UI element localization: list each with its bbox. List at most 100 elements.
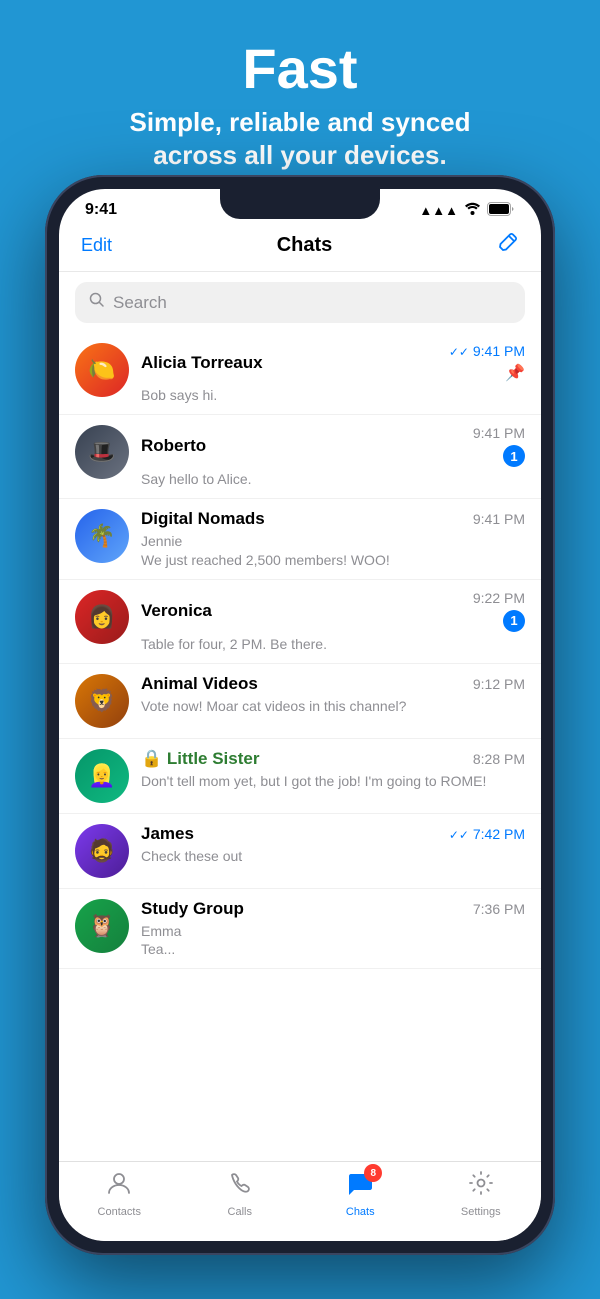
compose-button[interactable] (497, 231, 519, 259)
wifi-icon (464, 202, 481, 218)
tab-calls[interactable]: Calls (180, 1170, 301, 1218)
hero-subtitle: Simple, reliable and syncedacross all yo… (0, 106, 600, 174)
edit-button[interactable]: Edit (81, 235, 112, 256)
chat-top-sister: 🔒 Little Sister 8:28 PM (141, 749, 525, 769)
avatar-alicia: 🍋 (75, 343, 129, 397)
chat-right-animal: 9:12 PM (473, 676, 525, 692)
chat-name-veronica: Veronica (141, 601, 212, 621)
chat-time-sister: 8:28 PM (473, 751, 525, 767)
settings-label: Settings (461, 1206, 501, 1218)
chat-right-roberto: 9:41 PM 1 (473, 425, 525, 467)
hero-title: Fast (0, 38, 600, 100)
chat-top-alicia: Alicia Torreaux ✓✓ 9:41 PM 📌 (141, 343, 525, 383)
chat-item-roberto[interactable]: 🎩 Roberto 9:41 PM 1 Say hello to Alice. (59, 415, 541, 499)
settings-icon (468, 1170, 494, 1203)
chat-item-alicia[interactable]: 🍋 Alicia Torreaux ✓✓ 9:41 PM 📌 Bob says … (59, 333, 541, 415)
tab-bar: Contacts Calls 8 Chats (59, 1161, 541, 1241)
chat-preview-digital: JennieWe just reached 2,500 members! WOO… (141, 532, 525, 568)
chat-name-animal: Animal Videos (141, 674, 258, 694)
chat-item-study[interactable]: 🦉 Study Group 7:36 PM EmmaTea... (59, 889, 541, 969)
chat-preview-veronica: Table for four, 2 PM. Be there. (141, 635, 525, 653)
chat-name-study: Study Group (141, 899, 244, 919)
chat-content-james: James ✓✓ 7:42 PM Check these out (141, 824, 525, 865)
badge-veronica: 1 (503, 610, 525, 632)
status-icons: ▲▲▲ (419, 202, 515, 219)
chat-preview-james: Check these out (141, 847, 525, 865)
chat-preview-alicia: Bob says hi. (141, 386, 525, 404)
chat-preview-study: EmmaTea... (141, 922, 525, 958)
chats-tab-badge-wrap: 8 (346, 1170, 374, 1203)
tab-settings[interactable]: Settings (421, 1170, 542, 1218)
pin-icon-alicia: 📌 (505, 363, 525, 383)
chat-top-veronica: Veronica 9:22 PM 1 (141, 590, 525, 632)
chat-right-james: ✓✓ 7:42 PM (449, 826, 525, 842)
chat-name-digital: Digital Nomads (141, 509, 265, 529)
chat-preview-sister: Don't tell mom yet, but I got the job! I… (141, 772, 525, 790)
chats-label: Chats (346, 1206, 375, 1218)
chat-item-james[interactable]: 🧔 James ✓✓ 7:42 PM Check these out (59, 814, 541, 889)
chat-content-sister: 🔒 Little Sister 8:28 PM Don't tell mom y… (141, 749, 525, 790)
chat-name-sister: 🔒 Little Sister (141, 749, 259, 769)
chat-top-james: James ✓✓ 7:42 PM (141, 824, 525, 844)
chat-time-alicia: ✓✓ 9:41 PM (449, 343, 525, 359)
phone-screen: 9:41 ▲▲▲ (59, 189, 541, 1241)
chat-top-digital: Digital Nomads 9:41 PM (141, 509, 525, 529)
tab-chats[interactable]: 8 Chats (300, 1170, 421, 1218)
chat-content-alicia: Alicia Torreaux ✓✓ 9:41 PM 📌 Bob says hi… (141, 343, 525, 404)
avatar-roberto: 🎩 (75, 425, 129, 479)
chat-time-study: 7:36 PM (473, 901, 525, 917)
chat-right-digital: 9:41 PM (473, 511, 525, 527)
phone-frame: 9:41 ▲▲▲ (45, 175, 555, 1255)
chat-content-roberto: Roberto 9:41 PM 1 Say hello to Alice. (141, 425, 525, 488)
chat-item-veronica[interactable]: 👩 Veronica 9:22 PM 1 Table for four, 2 P… (59, 580, 541, 664)
chat-name-james: James (141, 824, 194, 844)
search-icon (89, 292, 105, 313)
chat-content-study: Study Group 7:36 PM EmmaTea... (141, 899, 525, 958)
chat-top-study: Study Group 7:36 PM (141, 899, 525, 919)
chat-name-roberto: Roberto (141, 436, 206, 456)
hero-section: Fast Simple, reliable and syncedacross a… (0, 0, 600, 193)
chat-content-veronica: Veronica 9:22 PM 1 Table for four, 2 PM.… (141, 590, 525, 653)
chat-top-roberto: Roberto 9:41 PM 1 (141, 425, 525, 467)
avatar-animal: 🦁 (75, 674, 129, 728)
chat-time-james: ✓✓ 7:42 PM (449, 826, 525, 842)
chat-right-veronica: 9:22 PM 1 (473, 590, 525, 632)
avatar-digital: 🌴 (75, 509, 129, 563)
calls-icon (227, 1170, 253, 1203)
chat-time-roberto: 9:41 PM (473, 425, 525, 441)
chat-time-animal: 9:12 PM (473, 676, 525, 692)
chat-list: 🍋 Alicia Torreaux ✓✓ 9:41 PM 📌 Bob says … (59, 333, 541, 969)
chat-top-animal: Animal Videos 9:12 PM (141, 674, 525, 694)
chats-title: Chats (277, 234, 333, 257)
chat-preview-roberto: Say hello to Alice. (141, 470, 525, 488)
avatar-study: 🦉 (75, 899, 129, 953)
contacts-label: Contacts (98, 1206, 141, 1218)
search-bar[interactable]: Search (75, 282, 525, 323)
chat-right-study: 7:36 PM (473, 901, 525, 917)
status-time: 9:41 (85, 201, 117, 219)
avatar-james: 🧔 (75, 824, 129, 878)
badge-roberto: 1 (503, 445, 525, 467)
chat-right-alicia: ✓✓ 9:41 PM 📌 (449, 343, 525, 383)
chat-item-animal[interactable]: 🦁 Animal Videos 9:12 PM Vote now! Moar c… (59, 664, 541, 739)
chats-badge: 8 (364, 1164, 382, 1182)
avatar-sister: 👱‍♀️ (75, 749, 129, 803)
nav-header: Edit Chats (59, 223, 541, 272)
contacts-icon (106, 1170, 132, 1203)
chat-time-veronica: 9:22 PM (473, 590, 525, 606)
chat-preview-animal: Vote now! Moar cat videos in this channe… (141, 697, 525, 715)
chat-content-animal: Animal Videos 9:12 PM Vote now! Moar cat… (141, 674, 525, 715)
signal-icon: ▲▲▲ (419, 203, 458, 218)
battery-icon (487, 202, 515, 219)
chat-content-digital: Digital Nomads 9:41 PM JennieWe just rea… (141, 509, 525, 568)
search-placeholder: Search (113, 293, 167, 313)
chat-time-digital: 9:41 PM (473, 511, 525, 527)
tab-contacts[interactable]: Contacts (59, 1170, 180, 1218)
chat-right-sister: 8:28 PM (473, 751, 525, 767)
avatar-veronica: 👩 (75, 590, 129, 644)
chat-name-alicia: Alicia Torreaux (141, 353, 263, 373)
phone-notch (220, 189, 380, 219)
calls-label: Calls (228, 1206, 252, 1218)
chat-item-sister[interactable]: 👱‍♀️ 🔒 Little Sister 8:28 PM Don't tell … (59, 739, 541, 814)
chat-item-digital[interactable]: 🌴 Digital Nomads 9:41 PM JennieWe just r… (59, 499, 541, 579)
